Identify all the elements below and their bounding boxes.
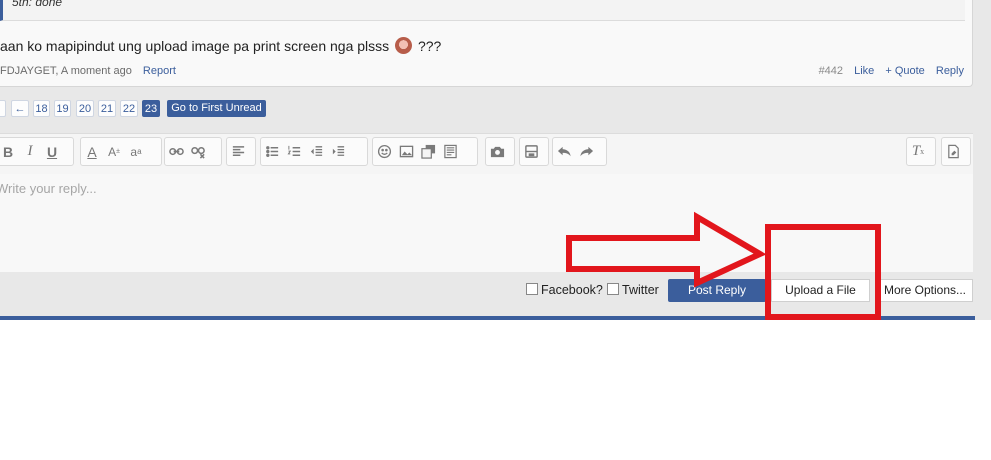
facebook-checkbox[interactable]: Facebook? xyxy=(526,283,603,297)
italic-icon[interactable]: I xyxy=(19,141,41,163)
quote-link[interactable]: + Quote xyxy=(885,65,924,77)
quote-block: 5th: done xyxy=(0,0,965,21)
editor-toolbar: B I U A A ± aa T x xyxy=(0,134,973,172)
quote-text: 5th: done xyxy=(12,0,63,9)
code-icon[interactable] xyxy=(439,141,461,163)
reply-editor: B I U A A ± aa T x Write your reply... xyxy=(0,133,973,272)
owl-emoji-icon xyxy=(395,37,413,54)
submit-row: Facebook? Twitter Post Reply Upload a Fi… xyxy=(0,271,991,316)
toolbar-group-insert xyxy=(372,137,478,166)
prev-page-button[interactable]: ← xyxy=(11,100,29,117)
smilie-icon[interactable] xyxy=(373,141,395,163)
font-size-icon[interactable]: A ± xyxy=(103,141,125,163)
message-meta: FDJAYGET, A moment ago Report #442 Like … xyxy=(0,65,964,79)
page-nav-partial[interactable] xyxy=(0,100,6,117)
undo-icon[interactable] xyxy=(553,141,575,163)
image-icon[interactable] xyxy=(395,141,417,163)
report-link[interactable]: Report xyxy=(143,65,176,77)
author-name[interactable]: FDJAYGET xyxy=(0,65,55,77)
outdent-icon[interactable] xyxy=(305,141,327,163)
remove-format-icon[interactable]: Tx xyxy=(907,141,929,163)
message-text: aan ko mapipindut ung upload image pa pr… xyxy=(0,38,390,54)
align-icon[interactable] xyxy=(227,141,249,163)
toolbar-group-draft xyxy=(519,137,549,166)
reply-textarea[interactable]: Write your reply... xyxy=(0,174,973,272)
toolbar-group-text-style: B I U xyxy=(0,137,74,166)
twitter-checkbox-box[interactable] xyxy=(607,283,619,295)
message-suffix: ??? xyxy=(417,38,442,54)
footer-accent-bar xyxy=(0,316,975,320)
upload-file-button[interactable]: Upload a File xyxy=(771,279,870,302)
page-link[interactable]: 21 xyxy=(98,100,116,117)
underline-icon[interactable]: U xyxy=(41,141,63,163)
font-family-icon[interactable]: aa xyxy=(125,141,147,163)
post-time: , A moment ago xyxy=(55,65,132,77)
text-color-icon[interactable]: A xyxy=(81,141,103,163)
current-page[interactable]: 23 xyxy=(142,100,160,117)
message-card: 5th: done aan ko mapipindut ung upload i… xyxy=(0,0,973,87)
unlink-icon[interactable] xyxy=(187,141,209,163)
indent-icon[interactable] xyxy=(327,141,349,163)
media-icon[interactable] xyxy=(417,141,439,163)
toolbar-group-font: A A ± aa xyxy=(80,137,162,166)
redo-icon[interactable] xyxy=(575,141,597,163)
toolbar-group-align xyxy=(226,137,256,166)
first-unread-button[interactable]: Go to First Unread xyxy=(167,100,266,117)
toolbar-group-link xyxy=(164,137,222,166)
toolbar-group-lists xyxy=(260,137,368,166)
message-body: aan ko mapipindut ung upload image pa pr… xyxy=(0,37,441,54)
toolbar-group-history xyxy=(552,137,607,166)
forum-thread-area: 5th: done aan ko mapipindut ung upload i… xyxy=(0,0,991,320)
toolbar-group-mode xyxy=(941,137,971,166)
save-draft-icon[interactable] xyxy=(520,141,542,163)
toolbar-group-format: Tx xyxy=(906,137,936,166)
twitter-checkbox[interactable]: Twitter xyxy=(607,283,659,297)
toolbar-group-camera xyxy=(485,137,515,166)
numbered-list-icon[interactable] xyxy=(283,141,305,163)
twitter-label: Twitter xyxy=(622,283,659,297)
bullet-list-icon[interactable] xyxy=(261,141,283,163)
link-icon[interactable] xyxy=(165,141,187,163)
facebook-label: Facebook? xyxy=(541,283,603,297)
page-link[interactable]: 20 xyxy=(76,100,94,117)
toggle-bbcode-icon[interactable] xyxy=(942,141,964,163)
page-link[interactable]: 19 xyxy=(54,100,71,117)
like-link[interactable]: Like xyxy=(854,65,874,77)
page-link[interactable]: 22 xyxy=(120,100,138,117)
facebook-checkbox-box[interactable] xyxy=(526,283,538,295)
reply-placeholder: Write your reply... xyxy=(0,181,97,196)
page-link[interactable]: 18 xyxy=(33,100,50,117)
post-number[interactable]: #442 xyxy=(819,65,843,77)
more-options-button[interactable]: More Options... xyxy=(877,279,973,302)
camera-icon[interactable] xyxy=(486,141,508,163)
bold-icon[interactable]: B xyxy=(0,141,19,163)
post-reply-button[interactable]: Post Reply xyxy=(668,279,766,302)
reply-link[interactable]: Reply xyxy=(936,65,964,77)
